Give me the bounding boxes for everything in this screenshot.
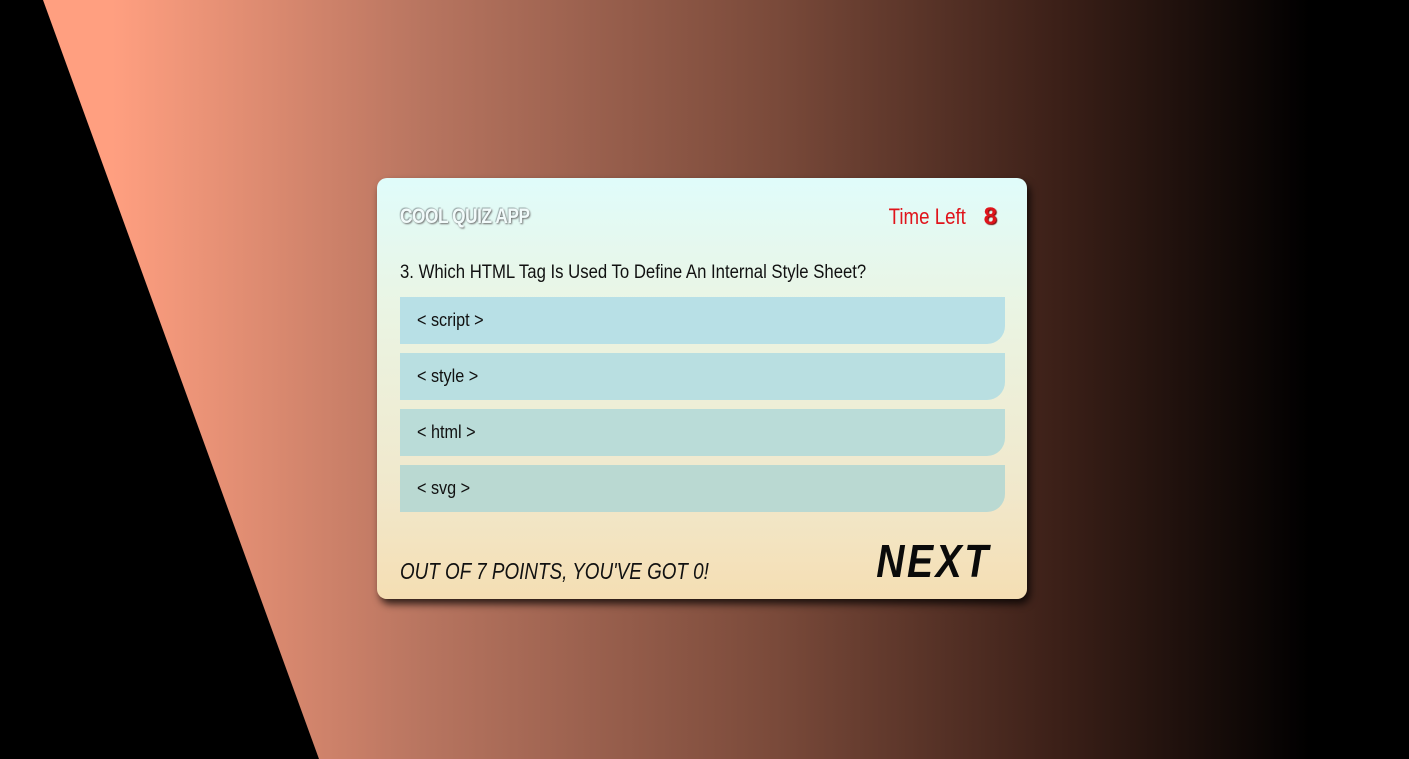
quiz-card: COOL QUIZ APP Time Left 8 3. Which HTML … — [377, 178, 1027, 599]
option-label: < svg > — [417, 478, 471, 498]
option-label: < style > — [417, 366, 479, 386]
option-label: < html > — [417, 422, 476, 442]
next-button[interactable]: NEXT — [877, 538, 991, 584]
answer-option-script[interactable]: < script > — [400, 297, 1005, 344]
answer-option-svg[interactable]: < svg > — [400, 465, 1005, 512]
score-text: OUT OF 7 POINTS, YOU'VE GOT 0! — [400, 558, 709, 584]
question-text: 3. Which HTML Tag Is Used To Define An I… — [400, 262, 867, 283]
timer-value: 8 — [983, 203, 997, 230]
answer-option-style[interactable]: < style > — [400, 353, 1005, 400]
option-label: < script > — [417, 310, 484, 330]
card-header: COOL QUIZ APP Time Left 8 — [400, 202, 997, 232]
timer-label: Time Left — [888, 204, 966, 229]
answer-option-html[interactable]: < html > — [400, 409, 1005, 456]
answer-options: < script > < style > < html > < svg > — [400, 297, 1005, 521]
timer: Time Left 8 — [875, 203, 997, 231]
app-title: COOL QUIZ APP — [400, 205, 530, 228]
